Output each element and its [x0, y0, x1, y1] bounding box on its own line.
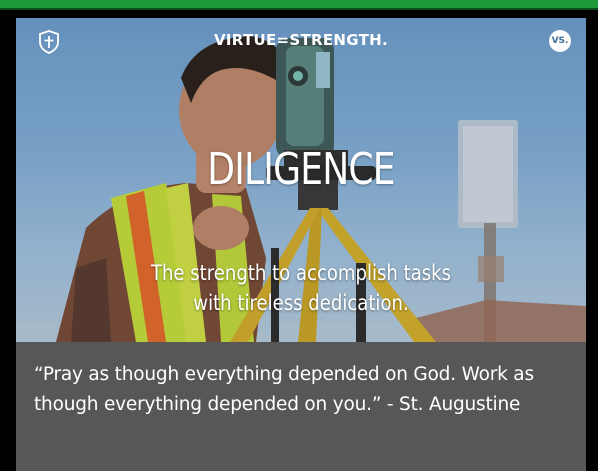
quote-text: “Pray as though everything depended on G… — [34, 364, 534, 415]
top-accent-bar — [0, 0, 598, 10]
virtue-subtitle-line-2: with tireless dedication. — [193, 291, 409, 315]
hero-image: VIRTUE=STRENGTH. VS. DILIGENCE The stren… — [16, 18, 586, 342]
virtue-subtitle: The strength to accomplish tasks with ti… — [56, 258, 546, 318]
virtue-subtitle-line-1: The strength to accomplish tasks — [150, 261, 452, 285]
page-frame: VIRTUE=STRENGTH. VS. DILIGENCE The stren… — [0, 0, 598, 471]
brand-title: VIRTUE=STRENGTH. — [213, 31, 388, 49]
virtue-title: DILIGENCE — [207, 144, 395, 195]
virtue-card: VIRTUE=STRENGTH. VS. DILIGENCE The stren… — [16, 18, 586, 471]
vs-badge-icon[interactable]: VS. — [549, 30, 571, 52]
